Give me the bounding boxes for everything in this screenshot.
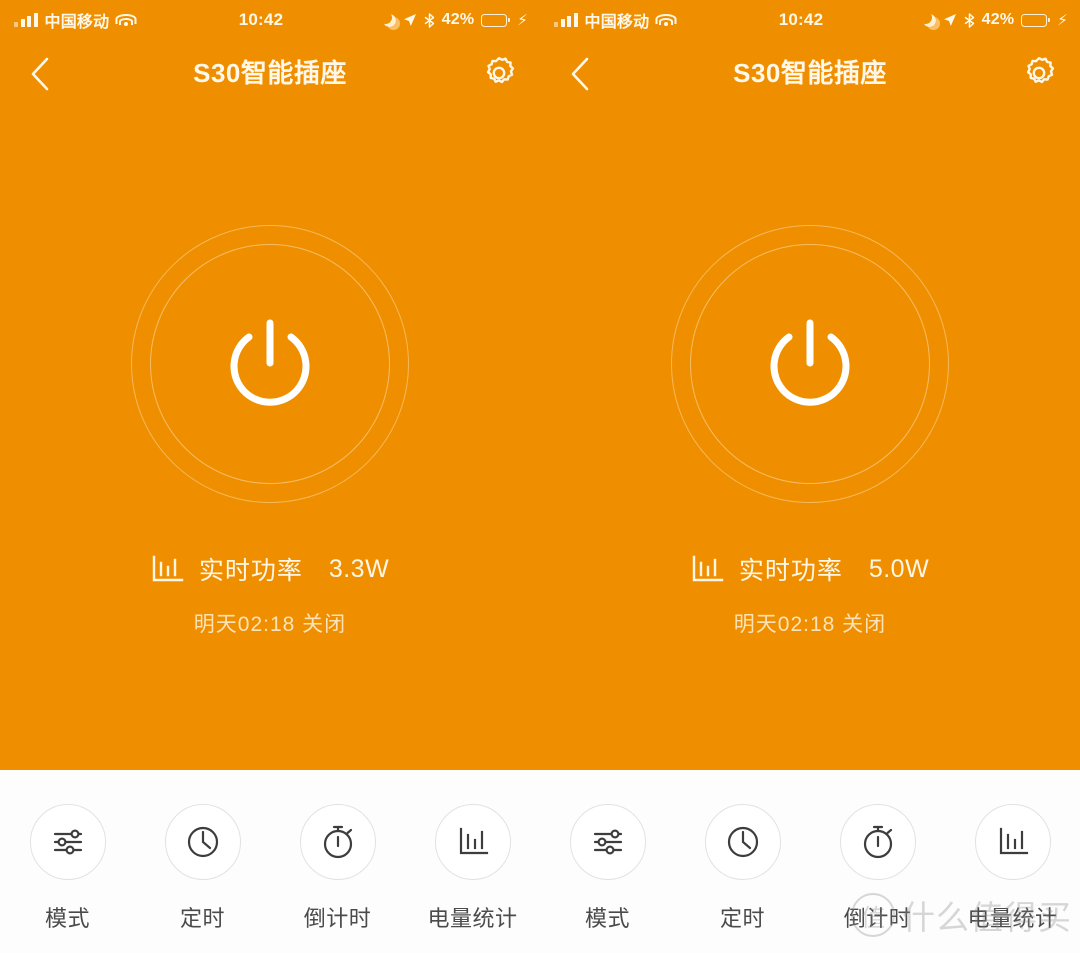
bottom-toolbar: 模式 定时 倒计时 电量统计 [540, 770, 1080, 953]
bar-chart-icon [692, 555, 724, 582]
wifi-icon [655, 13, 677, 27]
battery-percent-label: 42% [441, 11, 475, 28]
status-bar: 中国移动 10:42 42% ⚡ [540, 0, 1080, 40]
toolbar-label: 电量统计 [427, 906, 518, 931]
realtime-power-value: 3.3W [328, 554, 390, 583]
wifi-icon [115, 13, 137, 27]
nav-bar: S30智能插座 [540, 40, 1080, 108]
status-bar-right: 42% ⚡ [307, 11, 540, 29]
settings-button[interactable] [1016, 50, 1062, 96]
toolbar-icon-wrap [839, 804, 916, 880]
realtime-power-value: 5.0W [868, 554, 930, 583]
toolbar-label: 倒计时 [843, 906, 912, 931]
toolbar-icon-wrap [164, 804, 241, 880]
phone-screen-right: 中国移动 10:42 42% ⚡ S30智能插座 实时功率 5.0W 明天02:… [540, 0, 1080, 953]
toolbar-label: 模式 [584, 906, 630, 931]
signal-bars-icon [14, 13, 38, 27]
carrier-label: 中国移动 [584, 14, 650, 31]
bluetooth-icon [424, 12, 435, 28]
power-icon [230, 319, 310, 406]
stopwatch-icon [323, 825, 352, 859]
toolbar-label: 定时 [719, 906, 765, 931]
do-not-disturb-moon-icon [383, 14, 396, 27]
location-arrow-icon [403, 13, 417, 27]
bar-chart-icon [152, 555, 184, 582]
toolbar-label: 模式 [44, 906, 90, 931]
location-arrow-icon [943, 13, 957, 27]
toolbar-item-statistics[interactable]: 电量统计 [418, 804, 528, 933]
bluetooth-icon [964, 12, 975, 28]
toolbar-item-countdown[interactable]: 倒计时 [283, 804, 393, 933]
power-icon [770, 319, 850, 406]
toolbar-item-countdown[interactable]: 倒计时 [823, 804, 933, 933]
status-bar-time: 10:42 [238, 10, 284, 29]
signal-bars-icon [554, 13, 578, 27]
toolbar-item-timer[interactable]: 定时 [148, 804, 258, 933]
battery-percent-label: 42% [981, 11, 1015, 28]
clock-icon [187, 826, 218, 858]
toolbar-label: 电量统计 [967, 906, 1058, 931]
sliders-icon [53, 829, 82, 855]
bar-chart-icon [999, 827, 1028, 855]
page-title: S30智能插座 [733, 58, 887, 88]
toolbar-icon-wrap [704, 804, 781, 880]
status-bar-left: 中国移动 [540, 8, 755, 32]
battery-icon [481, 13, 511, 27]
toolbar-icon-wrap [299, 804, 376, 880]
schedule-status: 明天02:18 关闭 [193, 613, 347, 636]
gear-icon [1026, 57, 1055, 84]
lightning-bolt-icon: ⚡ [517, 11, 528, 29]
power-toggle-button[interactable] [671, 225, 949, 503]
toolbar-icon-wrap [29, 804, 106, 880]
realtime-power-label: 实时功率 [738, 557, 843, 585]
toolbar-label: 倒计时 [303, 906, 372, 931]
realtime-power-label: 实时功率 [198, 557, 303, 585]
toolbar-item-mode[interactable]: 模式 [553, 804, 663, 933]
power-toggle-button[interactable] [131, 225, 409, 503]
toolbar-item-timer[interactable]: 定时 [688, 804, 798, 933]
bar-chart-icon [459, 827, 488, 855]
carrier-label: 中国移动 [44, 14, 110, 31]
lightning-bolt-icon: ⚡ [1057, 11, 1068, 29]
status-bar-left: 中国移动 [0, 8, 215, 32]
page-title: S30智能插座 [193, 58, 347, 88]
status-bar-right: 42% ⚡ [847, 11, 1080, 29]
toolbar-icon-wrap [434, 804, 511, 880]
settings-button[interactable] [476, 50, 522, 96]
status-bar: 中国移动 10:42 42% ⚡ [0, 0, 540, 40]
schedule-status: 明天02:18 关闭 [733, 613, 887, 636]
status-bar-time: 10:42 [778, 10, 824, 29]
toolbar-label: 定时 [179, 906, 225, 931]
toolbar-item-statistics[interactable]: 电量统计 [958, 804, 1068, 933]
do-not-disturb-moon-icon [923, 14, 936, 27]
realtime-power-row: 实时功率 5.0W [540, 551, 1080, 587]
clock-icon [727, 826, 758, 858]
toolbar-item-mode[interactable]: 模式 [13, 804, 123, 933]
battery-icon [1021, 13, 1051, 27]
toolbar-icon-wrap [974, 804, 1051, 880]
sliders-icon [593, 829, 622, 855]
bottom-toolbar: 模式 定时 倒计时 电量统计 [0, 770, 540, 953]
nav-bar: S30智能插座 [0, 40, 540, 108]
realtime-power-row: 实时功率 3.3W [0, 551, 540, 587]
phone-screen-left: 中国移动 10:42 42% ⚡ S30智能插座 实时功率 3.3W 明天02:… [0, 0, 540, 953]
toolbar-icon-wrap [569, 804, 646, 880]
gear-icon [486, 57, 515, 84]
dual-screenshot-container: 中国移动 10:42 42% ⚡ S30智能插座 实时功率 3.3W 明天02:… [0, 0, 1080, 953]
stopwatch-icon [863, 825, 892, 859]
